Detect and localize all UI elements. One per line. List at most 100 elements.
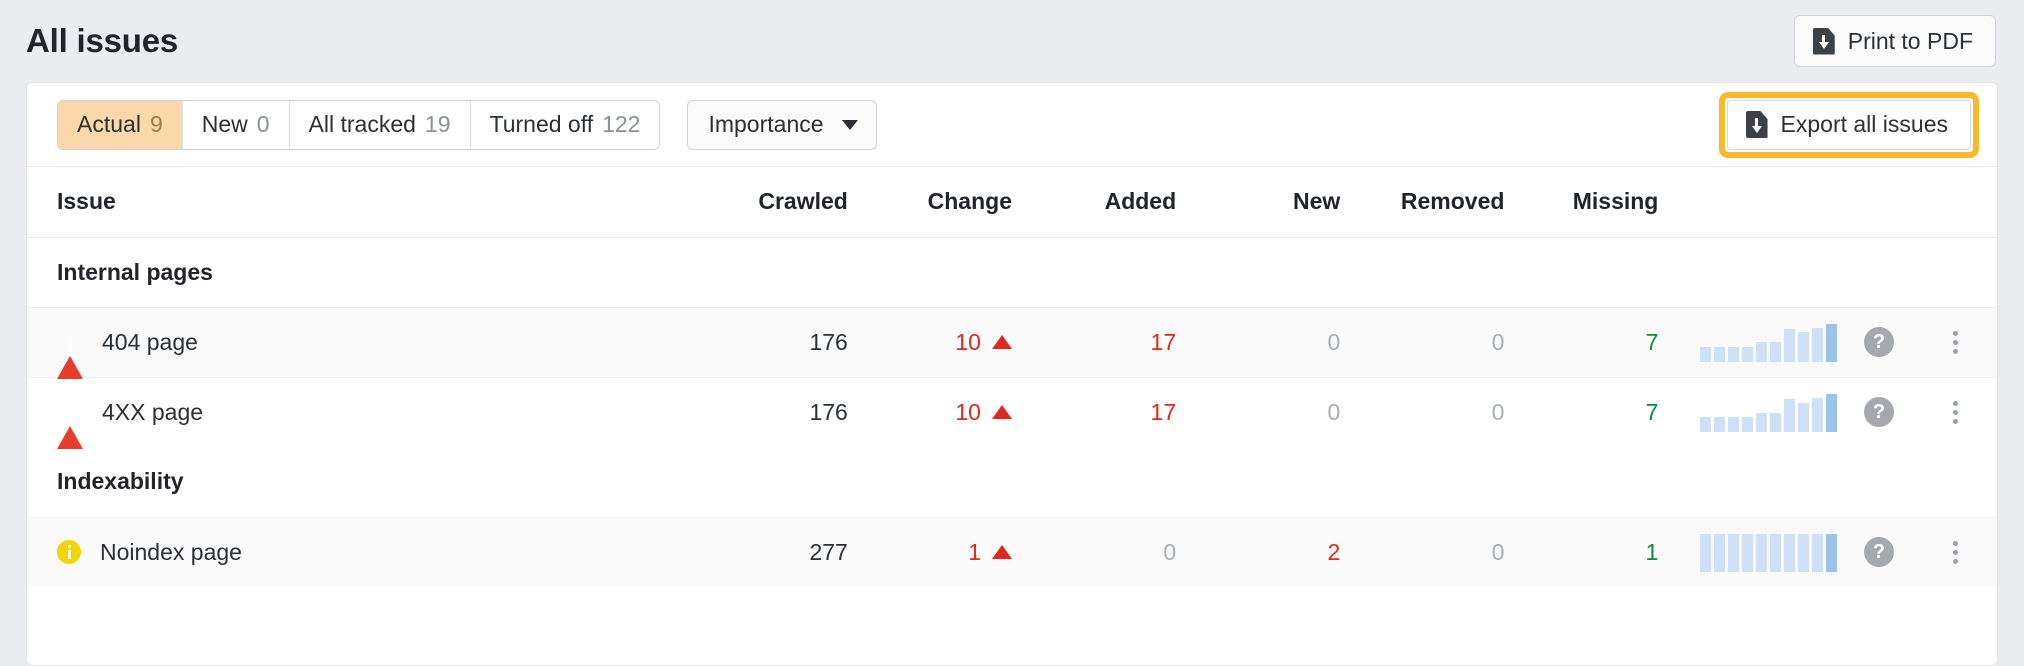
cell-sparkline [1658, 517, 1843, 587]
issues-card: Actual 9 New 0 All tracked 19 Turned off… [26, 82, 1998, 666]
question-mark-icon[interactable]: ? [1864, 537, 1894, 567]
table-header-row: Issue Crawled Change Added New Removed M… [27, 167, 1997, 237]
tab-new-count: 0 [257, 111, 270, 138]
cell-added: 0 [1012, 517, 1176, 587]
sparkline-bar [1756, 413, 1767, 433]
sparkline-bar [1826, 534, 1837, 572]
cell-missing: 1 [1504, 517, 1658, 587]
tab-turned-off[interactable]: Turned off 122 [471, 101, 660, 149]
sparkline-bar [1798, 534, 1809, 572]
table-row[interactable]: 404 page 176 10 17 0 0 7 ? [27, 307, 1997, 377]
question-mark-icon[interactable]: ? [1864, 397, 1894, 427]
column-header-change[interactable]: Change [848, 167, 1012, 237]
filter-tab-group: Actual 9 New 0 All tracked 19 Turned off… [57, 100, 660, 150]
cell-change: 10 [848, 307, 1012, 377]
sparkline-bar [1812, 398, 1823, 432]
question-mark-icon[interactable]: ? [1864, 327, 1894, 357]
table-group-header: Internal pages [27, 237, 1997, 307]
tab-actual-count: 9 [150, 111, 163, 138]
export-all-issues-button[interactable]: Export all issues [1727, 100, 1971, 150]
group-label-internal-pages: Internal pages [27, 237, 1997, 307]
sparkline-bar [1784, 329, 1795, 362]
issues-table: Issue Crawled Change Added New Removed M… [27, 167, 1997, 587]
file-download-icon [1813, 28, 1835, 55]
table-row[interactable]: 4XX page 176 10 17 0 0 7 ? [27, 377, 1997, 447]
cell-menu [1915, 307, 1997, 377]
sparkline-bar [1798, 403, 1809, 433]
tab-turned-off-label: Turned off [490, 111, 594, 138]
column-header-menu [1915, 167, 1997, 237]
sparkline-chart [1658, 392, 1843, 432]
tab-all-tracked[interactable]: All tracked 19 [290, 101, 471, 149]
issues-toolbar: Actual 9 New 0 All tracked 19 Turned off… [27, 83, 1997, 167]
column-header-help [1843, 167, 1915, 237]
cell-missing: 7 [1504, 307, 1658, 377]
sparkline-bar [1770, 413, 1781, 433]
tab-all-tracked-label: All tracked [309, 111, 416, 138]
column-header-new[interactable]: New [1176, 167, 1340, 237]
page-title: All issues [26, 22, 178, 60]
kebab-menu-icon[interactable] [1953, 537, 1958, 567]
group-label-indexability: Indexability [27, 447, 1997, 517]
cell-help: ? [1843, 517, 1915, 587]
sparkline-bar [1728, 417, 1739, 432]
sparkline-bar [1714, 417, 1725, 432]
sparkline-bar [1742, 534, 1753, 572]
column-header-issue[interactable]: Issue [27, 167, 663, 237]
cell-help: ? [1843, 307, 1915, 377]
tab-all-tracked-count: 19 [425, 111, 451, 138]
trend-up-icon [992, 545, 1012, 559]
page-header: All issues Print to PDF [0, 0, 2024, 82]
issue-name[interactable]: 4XX page [102, 399, 203, 426]
change-value: 10 [955, 399, 981, 426]
cell-menu [1915, 517, 1997, 587]
column-header-removed[interactable]: Removed [1340, 167, 1504, 237]
tab-new[interactable]: New 0 [183, 101, 290, 149]
cell-added: 17 [1012, 307, 1176, 377]
sparkline-bar [1770, 342, 1781, 362]
issue-name[interactable]: Noindex page [100, 539, 242, 566]
column-header-added[interactable]: Added [1012, 167, 1176, 237]
tab-new-label: New [202, 111, 248, 138]
sparkline-bar [1826, 324, 1837, 362]
change-value: 1 [968, 539, 981, 566]
kebab-menu-icon[interactable] [1953, 327, 1958, 357]
importance-dropdown[interactable]: Importance [687, 100, 876, 150]
error-triangle-icon [57, 330, 83, 354]
column-header-crawled[interactable]: Crawled [663, 167, 848, 237]
issue-name[interactable]: 404 page [102, 329, 198, 356]
cell-menu [1915, 377, 1997, 447]
sparkline-bar [1812, 534, 1823, 572]
chevron-down-icon [842, 120, 858, 130]
sparkline-bar [1742, 417, 1753, 432]
sparkline-bar [1826, 394, 1837, 432]
tab-actual-label: Actual [77, 111, 141, 138]
cell-change: 10 [848, 377, 1012, 447]
file-download-icon [1746, 111, 1768, 138]
cell-new: 0 [1176, 307, 1340, 377]
issue-cell: 404 page [27, 307, 663, 377]
table-row[interactable]: Noindex page 277 1 0 2 0 1 [27, 517, 1997, 587]
sparkline-chart [1658, 532, 1843, 572]
issue-cell: 4XX page [27, 377, 663, 447]
cell-change: 1 [848, 517, 1012, 587]
sparkline-chart [1658, 322, 1843, 362]
sparkline-bar [1700, 417, 1711, 432]
table-body: Internal pages 404 page 176 10 [27, 237, 1997, 587]
sparkline-bar [1756, 534, 1767, 572]
print-to-pdf-button[interactable]: Print to PDF [1794, 15, 1996, 67]
tab-actual[interactable]: Actual 9 [58, 101, 183, 149]
sparkline-bar [1812, 328, 1823, 362]
cell-crawled: 277 [663, 517, 848, 587]
sparkline-bar [1784, 534, 1795, 572]
column-header-missing[interactable]: Missing [1504, 167, 1658, 237]
sparkline-bar [1700, 534, 1711, 572]
cell-crawled: 176 [663, 377, 848, 447]
sparkline-bar [1700, 347, 1711, 362]
table-header: Issue Crawled Change Added New Removed M… [27, 167, 1997, 237]
cell-sparkline [1658, 377, 1843, 447]
change-value: 10 [955, 329, 981, 356]
tab-turned-off-count: 122 [602, 111, 640, 138]
sparkline-bar [1728, 534, 1739, 572]
kebab-menu-icon[interactable] [1953, 397, 1958, 427]
